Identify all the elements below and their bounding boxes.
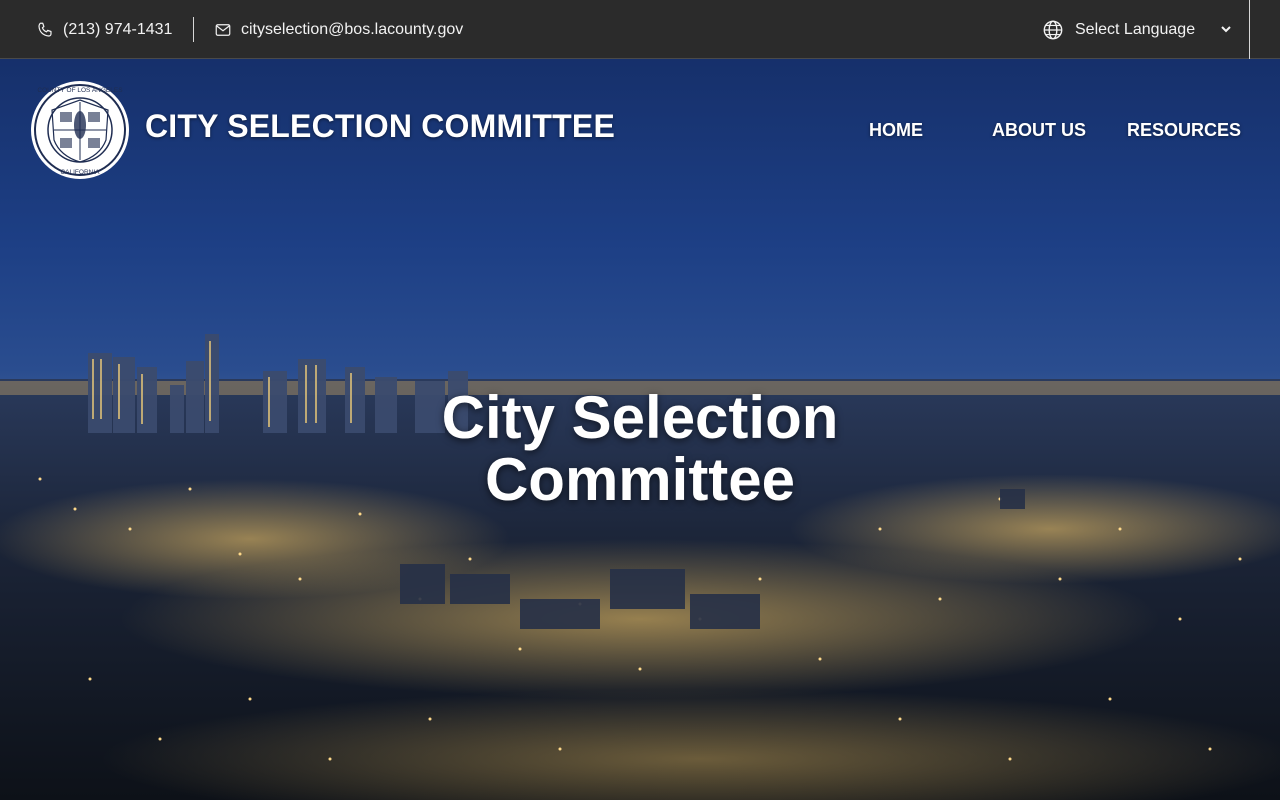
language-select-label: Select Language: [1075, 20, 1196, 38]
chevron-down-icon: [1220, 23, 1232, 35]
hero-section: COUNTY OF LOS ANGELES CALIFORNIA CITY SE…: [0, 59, 1280, 800]
contact-divider: [193, 17, 194, 42]
nav-about-us[interactable]: ABOUT US: [992, 120, 1086, 141]
phone-icon: [36, 21, 54, 39]
phone-contact[interactable]: (213) 974-1431: [36, 0, 172, 59]
phone-number: (213) 974-1431: [63, 20, 173, 38]
envelope-icon: [214, 21, 232, 39]
county-seal-logo: COUNTY OF LOS ANGELES CALIFORNIA: [31, 81, 129, 179]
nav-home[interactable]: HOME: [869, 120, 923, 141]
seal-top-text: COUNTY OF LOS ANGELES: [37, 87, 123, 94]
topbar-right-divider: [1249, 0, 1250, 59]
email-contact[interactable]: cityselection@bos.lacounty.gov: [214, 0, 463, 59]
site-title[interactable]: CITY SELECTION COMMITTEE: [145, 108, 615, 145]
email-address: cityselection@bos.lacounty.gov: [241, 20, 464, 38]
nav-resources[interactable]: RESOURCES: [1127, 120, 1241, 141]
hero-title-line2: Committee: [484, 446, 796, 513]
globe-icon: [1042, 19, 1064, 41]
hero-title-line1: City Selection: [441, 384, 839, 451]
hero-title: City Selection Committee: [340, 387, 940, 511]
top-contact-bar: (213) 974-1431 cityselection@bos.lacount…: [0, 0, 1280, 59]
language-select[interactable]: Select Language: [1042, 0, 1232, 59]
seal-bottom-text: CALIFORNIA: [60, 169, 100, 176]
